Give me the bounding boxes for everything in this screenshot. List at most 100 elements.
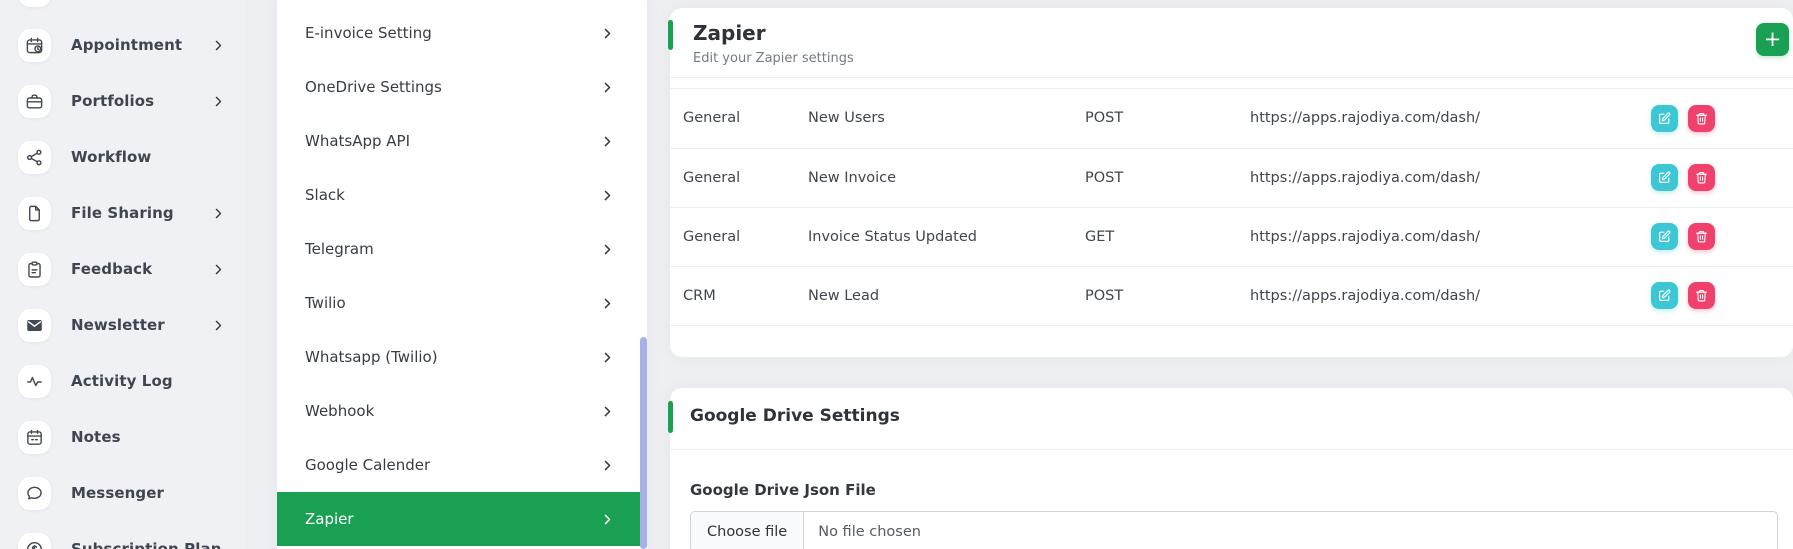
chevron-right-icon (601, 405, 614, 418)
webhook-method: POST (1085, 148, 1250, 207)
sidebar-item-label: Subscription Plan (71, 540, 221, 549)
settings-menu-item-e-invoice-setting[interactable]: E-invoice Setting (277, 6, 647, 60)
webhook-module: General (670, 89, 808, 148)
sidebar-item-label: Workflow (71, 148, 151, 166)
chat-bubble-icon (18, 477, 51, 510)
settings-menu-item-label: E-invoice Setting (305, 24, 432, 42)
webhook-event: Invoice Status Updated (808, 207, 1085, 266)
sidebar-item-subscription-plan[interactable]: Subscription Plan (0, 521, 245, 549)
webhook-module: CRM (670, 266, 808, 325)
webhook-method: GET (1085, 207, 1250, 266)
chevron-right-icon (601, 135, 614, 148)
google-drive-panel-header: Google Drive Settings (670, 388, 1793, 450)
panel-title: Google Drive Settings (690, 406, 1773, 426)
webhook-row: General New Invoice POST https://apps.ra… (670, 148, 1793, 207)
webhook-row: General New Users POST https://apps.rajo… (670, 89, 1793, 148)
sidebar-item-label: Messenger (71, 484, 164, 502)
choose-file-button[interactable]: Choose file (691, 512, 804, 549)
webhook-row: General Invoice Status Updated GET https… (670, 207, 1793, 266)
google-drive-panel: Google Drive Settings Google Drive Json … (670, 388, 1793, 549)
settings-menu-item-twilio[interactable]: Twilio (277, 276, 647, 330)
sidebar-item-label: File Sharing (71, 204, 174, 222)
settings-menu-item-slack[interactable]: Slack (277, 168, 647, 222)
webhook-module: General (670, 207, 808, 266)
sidebar-item-messenger[interactable]: Messenger (0, 465, 245, 521)
sidebar-item-newsletter[interactable]: Newsletter (0, 297, 245, 353)
sidebar-item-label: Portfolios (71, 92, 154, 110)
sidebar-item-label: Activity Log (71, 372, 173, 390)
settings-menu-item-telegram[interactable]: Telegram (277, 222, 647, 276)
sidebar-item-feedback[interactable]: Feedback (0, 241, 245, 297)
sidebar-item-label: Newsletter (71, 316, 165, 334)
webhooks-table-wrap: General New Users POST https://apps.rajo… (670, 88, 1793, 326)
settings-menu-item-whatsapp-api[interactable]: WhatsApp API (277, 114, 647, 168)
webhook-event: New Lead (808, 266, 1085, 325)
chevron-right-icon (601, 81, 614, 94)
webhook-module: General (670, 148, 808, 207)
json-file-input[interactable]: Choose file No file chosen (690, 511, 1778, 549)
edit-button[interactable] (1651, 105, 1678, 132)
delete-button[interactable] (1688, 164, 1715, 191)
chevron-right-icon (601, 351, 614, 364)
webhooks-table: General New Users POST https://apps.rajo… (670, 89, 1793, 326)
settings-menu-item-onedrive-settings[interactable]: OneDrive Settings (277, 60, 647, 114)
edit-button[interactable] (1651, 164, 1678, 191)
calendar-clock-icon (18, 29, 51, 62)
sidebar-item-file-sharing[interactable]: File Sharing (0, 185, 245, 241)
chevron-right-icon (212, 207, 225, 220)
webhook-event: New Invoice (808, 148, 1085, 207)
sidebar-item-label: Notes (71, 428, 121, 446)
settings-menu-item-label: Webhook (305, 402, 374, 420)
panel-accent-bar (668, 401, 673, 433)
settings-menu-item-whatsapp-twilio[interactable]: Whatsapp (Twilio) (277, 330, 647, 384)
sidebar-item-workflow[interactable]: Workflow (0, 129, 245, 185)
no-file-chosen-text: No file chosen (818, 524, 921, 540)
settings-menu-item-label: Google Calender (305, 456, 430, 474)
clipboard-icon (18, 253, 51, 286)
json-file-label: Google Drive Json File (690, 481, 1793, 499)
zapier-panel: Zapier Edit your Zapier settings + Gener… (670, 8, 1793, 357)
settings-menu-item-label: Twilio (305, 294, 346, 312)
chevron-right-icon (212, 319, 225, 332)
edit-button[interactable] (1651, 223, 1678, 250)
menu-scrollbar-thumb[interactable] (640, 337, 647, 549)
zapier-panel-header: Zapier Edit your Zapier settings (670, 8, 1793, 78)
panel-title: Zapier (693, 21, 1773, 45)
file-icon (18, 197, 51, 230)
settings-menu-item-label: Zapier (305, 510, 354, 528)
delete-button[interactable] (1688, 105, 1715, 132)
webhook-method: POST (1085, 266, 1250, 325)
chevron-right-icon (601, 27, 614, 40)
sidebar-item-portfolios[interactable]: Portfolios (0, 73, 245, 129)
edit-button[interactable] (1651, 282, 1678, 309)
chevron-right-icon (601, 297, 614, 310)
settings-menu-item-label: Telegram (305, 240, 374, 258)
webhook-url: https://apps.rajodiya.com/dash/ (1250, 89, 1640, 148)
sidebar-item-label: Feedback (71, 260, 152, 278)
activity-icon (18, 365, 51, 398)
settings-menu-item-zapier[interactable]: Zapier (277, 492, 647, 546)
sidebar-list: Appointment Portfolios Workflow File Sha… (0, 17, 245, 549)
settings-menu-item-label: Whatsapp (Twilio) (305, 348, 438, 366)
chevron-right-icon (212, 95, 225, 108)
settings-menu-item-google-calender[interactable]: Google Calender (277, 438, 647, 492)
sidebar: Appointment Portfolios Workflow File Sha… (0, 0, 245, 549)
settings-menu: E-invoice Setting OneDrive Settings What… (277, 0, 647, 549)
webhook-method: POST (1085, 89, 1250, 148)
briefcase-icon (18, 85, 51, 118)
webhook-event: New Users (808, 89, 1085, 148)
sidebar-item-notes[interactable]: Notes (0, 409, 245, 465)
sidebar-item-activity-log[interactable]: Activity Log (0, 353, 245, 409)
clipped-sidebar-icon-tile (18, 0, 51, 7)
delete-button[interactable] (1688, 223, 1715, 250)
settings-menu-item-webhook[interactable]: Webhook (277, 384, 647, 438)
add-webhook-button[interactable]: + (1756, 23, 1789, 56)
webhook-url: https://apps.rajodiya.com/dash/ (1250, 148, 1640, 207)
chevron-right-icon (601, 459, 614, 472)
sidebar-item-appointment[interactable]: Appointment (0, 17, 245, 73)
envelope-icon (18, 309, 51, 342)
chevron-right-icon (212, 263, 225, 276)
delete-button[interactable] (1688, 282, 1715, 309)
chevron-right-icon (601, 513, 614, 526)
webhook-row: CRM New Lead POST https://apps.rajodiya.… (670, 266, 1793, 325)
